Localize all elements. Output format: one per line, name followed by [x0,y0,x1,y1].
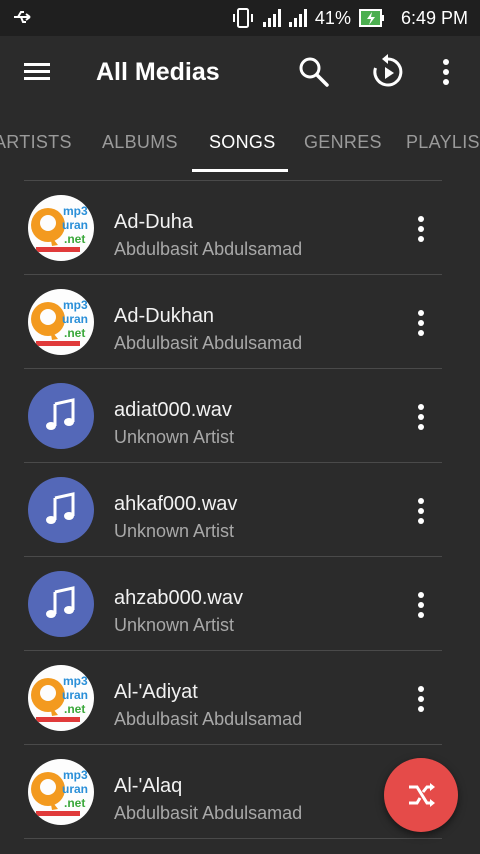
album-art-mp3quran-logo: mp3 uran .net [28,195,94,261]
tab-playlists[interactable]: PLAYLISTS [406,132,480,153]
album-art-mp3quran-logo: mp3 uran .net [28,289,94,355]
song-more-icon[interactable] [412,497,430,525]
song-more-icon[interactable] [412,215,430,243]
song-row[interactable]: mp3 uran .net Ad-Duha Abdulbasit Abdulsa… [0,181,480,275]
status-bar: 41% 6:49 PM [0,0,480,36]
song-title: Al-'Alaq [114,775,183,797]
logo-mp3: mp3 [63,768,88,782]
menu-icon[interactable] [24,58,52,86]
shuffle-button[interactable] [384,758,458,832]
song-row[interactable]: mp3 uran .net Ad-Dukhan Abdulbasit Abdul… [0,275,480,369]
song-row[interactable]: adiat000.wav Unknown Artist [0,369,480,463]
song-artist: Abdulbasit Abdulsamad [114,709,303,729]
logo-mp3: mp3 [63,204,88,218]
song-artist: Abdulbasit Abdulsamad [114,803,303,823]
tab-albums[interactable]: ALBUMS [102,132,178,153]
usb-icon [14,11,31,23]
song-more-icon[interactable] [412,309,430,337]
music-note-icon [28,477,94,543]
song-title: Al-'Adiyat [114,681,198,703]
logo-mp3: mp3 [63,298,88,312]
song-artist: Unknown Artist [114,615,235,635]
app-bar: All Medias [0,36,480,108]
logo-uran: uran [62,688,88,702]
music-note-icon [28,383,94,449]
logo-net: .net [64,796,85,810]
logo-net: .net [64,326,85,340]
album-art-mp3quran-logo: mp3 uran .net [28,759,94,825]
battery-percent: 41% [314,7,351,28]
logo-uran: uran [62,218,88,232]
song-artist: Unknown Artist [114,521,235,541]
music-note-icon [28,571,94,637]
logo-net: .net [64,232,85,246]
tab-bar: ARTISTS ALBUMS SONGS GENRES PLAYLISTS [0,108,480,172]
vibrate-icon [232,8,253,28]
song-row[interactable]: ahkaf000.wav Unknown Artist [0,463,480,557]
song-artist: Unknown Artist [114,427,235,447]
more-vert-icon[interactable] [440,58,452,86]
battery-charging-icon [358,9,384,27]
logo-net: .net [64,702,85,716]
logo-mp3: mp3 [63,674,88,688]
album-art-mp3quran-logo: mp3 uran .net [28,665,94,731]
song-title: adiat000.wav [114,399,232,421]
search-icon[interactable] [298,56,330,88]
song-artist: Abdulbasit Abdulsamad [114,239,303,259]
replay-icon[interactable] [370,54,406,90]
song-artist: Abdulbasit Abdulsamad [114,333,303,353]
signal-icon-2 [288,9,307,27]
clock: 6:49 PM [400,7,468,28]
song-more-icon[interactable] [412,685,430,713]
tab-songs[interactable]: SONGS [209,132,276,153]
shuffle-icon [409,783,435,807]
song-title: ahkaf000.wav [114,493,238,515]
page-title: All Medias [96,58,220,86]
signal-icon [262,9,281,27]
tab-genres[interactable]: GENRES [304,132,382,153]
tab-indicator [192,169,288,172]
row-divider [24,838,442,839]
song-row[interactable]: mp3 uran .net Al-'Adiyat Abdulbasit Abdu… [0,651,480,745]
logo-uran: uran [62,312,88,326]
song-more-icon[interactable] [412,403,430,431]
song-title: ahzab000.wav [114,587,243,609]
logo-uran: uran [62,782,88,796]
song-title: Ad-Dukhan [114,305,215,327]
song-title: Ad-Duha [114,211,193,233]
tab-artists[interactable]: ARTISTS [0,132,72,153]
song-more-icon[interactable] [412,591,430,619]
song-row[interactable]: ahzab000.wav Unknown Artist [0,557,480,651]
